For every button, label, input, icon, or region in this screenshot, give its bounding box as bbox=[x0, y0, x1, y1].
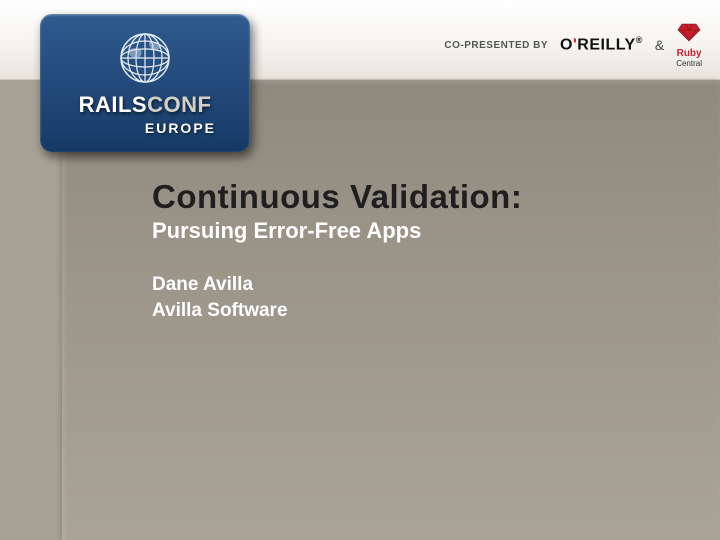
co-presented-label: CO-PRESENTED BY bbox=[444, 40, 548, 51]
slide-subtitle: Pursuing Error-Free Apps bbox=[152, 218, 680, 244]
sponsor-row: CO-PRESENTED BY O'REILLY® & RubyCentral bbox=[444, 22, 702, 68]
logo-rails: RAILS bbox=[79, 92, 148, 117]
ruby-gem-icon bbox=[677, 22, 701, 42]
oreilly-logo: O'REILLY® bbox=[560, 35, 643, 54]
author-company: Avilla Software bbox=[152, 298, 680, 324]
slide-title: Continuous Validation: bbox=[152, 178, 680, 216]
logo-europe: EUROPE bbox=[56, 120, 234, 136]
logo-main-text: RAILSCONF bbox=[56, 92, 234, 118]
railsconf-logo-badge: RAILSCONF EUROPE bbox=[40, 14, 250, 152]
ruby-text: Ruby bbox=[677, 48, 702, 59]
globe-icon bbox=[119, 32, 171, 84]
ampersand: & bbox=[655, 37, 664, 53]
author-name: Dane Avilla bbox=[152, 272, 680, 298]
slide-text-block: Continuous Validation: Pursuing Error-Fr… bbox=[152, 178, 680, 323]
rubycentral-logo: RubyCentral bbox=[676, 22, 702, 68]
slide-author-block: Dane Avilla Avilla Software bbox=[152, 272, 680, 323]
logo-conf: CONF bbox=[147, 92, 211, 117]
central-text: Central bbox=[676, 60, 702, 68]
